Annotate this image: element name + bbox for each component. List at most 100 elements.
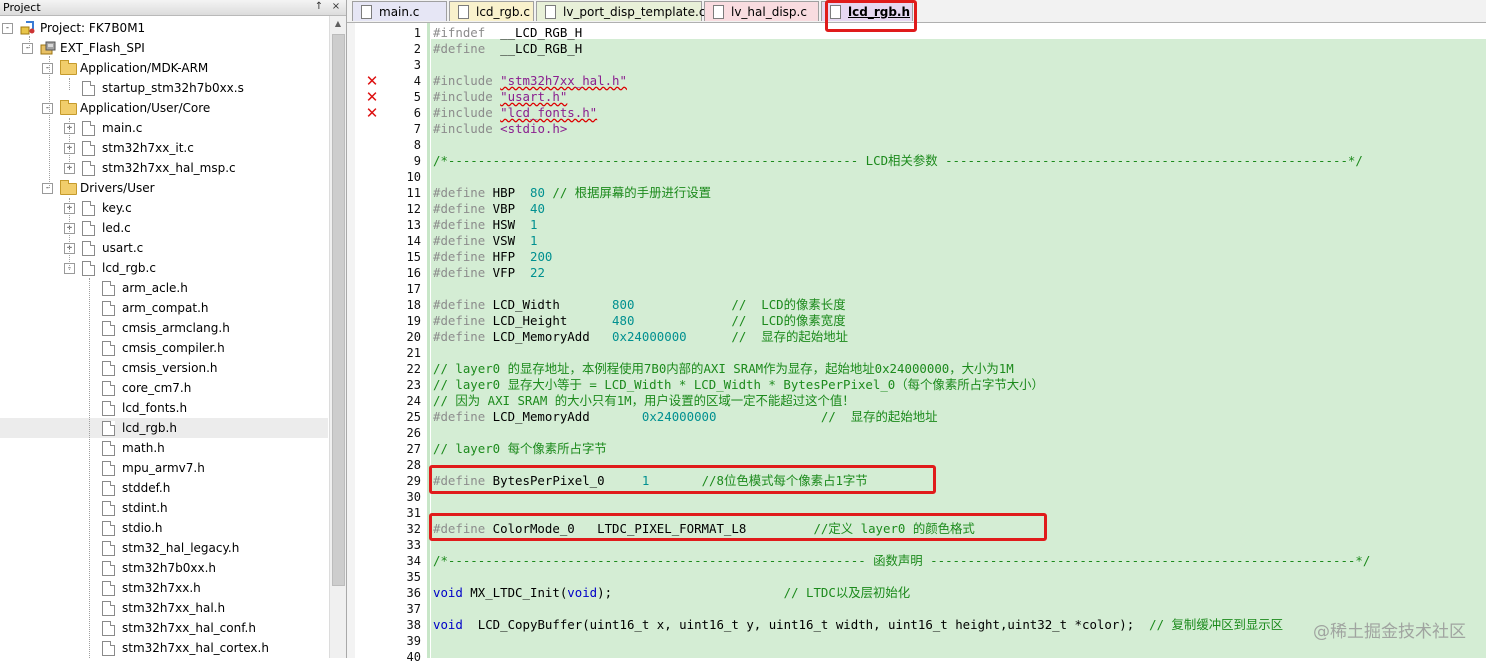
code-line[interactable]: #define VFP 22 [433, 265, 545, 281]
header-file-icon [102, 641, 115, 656]
pin-icon[interactable]: ↑ [313, 1, 325, 13]
line-number: 24 [406, 394, 421, 408]
tree-header-file[interactable]: stm32_hal_legacy.h [0, 538, 328, 558]
tree-header-file[interactable]: arm_compat.h [0, 298, 328, 318]
code-token: /*--------------------------------------… [433, 553, 1371, 568]
code-line[interactable]: /*--------------------------------------… [433, 153, 1363, 169]
line-number: 16 [406, 266, 421, 280]
code-line[interactable]: #include <stdio.h> [433, 121, 567, 137]
code-line[interactable]: #define LCD_Height 480 // LCD的像素宽度 [433, 313, 846, 329]
editor-tab[interactable]: lv_port_disp_template.c* [536, 1, 711, 21]
code-editor[interactable]: 1 2 3 4 5 6 7 8 9 10 11 12 13 14 15 16 17 18 19 20 21 22 23 24 2… [347, 23, 1486, 664]
code-line[interactable]: #define LCD_MemoryAdd 0x24000000 // 显存的起… [433, 329, 848, 345]
tree-item-label: stm32h7xx_hal_cortex.h [122, 641, 269, 655]
code-line[interactable]: // layer0 每个像素所占字节 [433, 441, 607, 457]
tree-item-label: stddef.h [122, 481, 171, 495]
tree-file[interactable]: + usart.c [0, 238, 328, 258]
code-line[interactable]: #define LCD_Width 800 // LCD的像素长度 [433, 297, 846, 313]
code-line[interactable]: #include "stm32h7xx_hal.h" [433, 73, 627, 89]
tree-header-file[interactable]: cmsis_armclang.h [0, 318, 328, 338]
tree-header-file[interactable]: cmsis_version.h [0, 358, 328, 378]
code-line[interactable]: #define LCD_MemoryAdd 0x24000000 // 显存的起… [433, 409, 938, 425]
code-token: #include [433, 121, 493, 136]
tree-root-project[interactable]: - Project: FK7B0M1 [0, 18, 328, 38]
collapse-icon[interactable]: - [22, 43, 33, 54]
code-line[interactable]: #include "lcd_fonts.h" [433, 105, 597, 121]
scroll-thumb[interactable] [332, 34, 345, 586]
tree-header-file[interactable]: cmsis_compiler.h [0, 338, 328, 358]
close-icon[interactable]: × [330, 1, 342, 13]
code-token: __LCD_RGB_H [485, 25, 583, 40]
error-marker-icon[interactable]: ✕ [365, 74, 379, 89]
code-line[interactable]: #define __LCD_RGB_H [433, 41, 582, 57]
tree-header-file[interactable]: stdio.h [0, 518, 328, 538]
line-number: 31 [406, 506, 421, 520]
tree-header-file[interactable]: stm32h7xx_hal_conf.h [0, 618, 328, 638]
code-line[interactable]: #include "usart.h" [433, 89, 567, 105]
code-line[interactable]: #define VSW 1 [433, 233, 537, 249]
collapse-icon[interactable]: - [42, 63, 53, 74]
line-number: 17 [406, 282, 421, 296]
code-line[interactable]: void MX_LTDC_Init(void); // LTDC以及层初始化 [433, 585, 910, 601]
code-line[interactable]: #define VBP 40 [433, 201, 545, 217]
collapse-icon[interactable]: - [2, 23, 13, 34]
tree-header-file[interactable]: lcd_rgb.h [0, 418, 328, 438]
code-token: void [433, 617, 463, 632]
tree-file[interactable]: - lcd_rgb.c [0, 258, 328, 278]
line-number: 12 [406, 202, 421, 216]
code-token: 1 [529, 217, 538, 232]
tree-header-file[interactable]: stm32h7b0xx.h [0, 558, 328, 578]
tree-header-file[interactable]: lcd_fonts.h [0, 398, 328, 418]
code-line[interactable]: // layer0 的显存地址，本例程使用7B0内部的AXI SRAM作为显存，… [433, 361, 1014, 377]
file-icon [830, 5, 841, 19]
tab-label: lv_port_disp_template.c* [563, 5, 712, 19]
code-line[interactable]: #ifndef __LCD_RGB_H [433, 25, 582, 41]
collapse-icon[interactable]: - [42, 183, 53, 194]
tree-header-file[interactable]: stm32h7xx_hal_cortex.h [0, 638, 328, 658]
code-line[interactable]: // layer0 显存大小等于 = LCD_Width * LCD_Width… [433, 377, 1044, 393]
line-number: 36 [406, 586, 421, 600]
code-line[interactable]: // 因为 AXI SRAM 的大小只有1M，用户设置的区域一定不能超过这个值！ [433, 393, 855, 409]
tree-header-file[interactable]: stdint.h [0, 498, 328, 518]
tree-header-file[interactable]: arm_acle.h [0, 278, 328, 298]
editor-tab[interactable]: main.c [352, 1, 447, 21]
tree-header-file[interactable]: stm32h7xx.h [0, 578, 328, 598]
error-marker-icon[interactable]: ✕ [365, 90, 379, 105]
tree-item-label: Drivers/User [80, 181, 155, 195]
code-line[interactable]: /*--------------------------------------… [433, 553, 1370, 569]
code-token: "stm32h7xx_hal.h" [500, 73, 627, 88]
tree-header-file[interactable]: stddef.h [0, 478, 328, 498]
tree-header-file[interactable]: core_cm7.h [0, 378, 328, 398]
tree-file[interactable]: + led.c [0, 218, 328, 238]
line-number: 13 [406, 218, 421, 232]
scroll-up-icon[interactable]: ▲ [330, 16, 346, 32]
code-line[interactable]: #define HFP 200 [433, 249, 552, 265]
line-number: 38 [406, 618, 421, 632]
tree-header-file[interactable]: math.h [0, 438, 328, 458]
line-number: 15 [406, 250, 421, 264]
project-tree-scrollbar[interactable]: ▲ [329, 16, 346, 658]
code-token: // 显存的起始地址 [731, 329, 848, 344]
code-line[interactable]: #define HSW 1 [433, 217, 537, 233]
editor-tab[interactable]: lcd_rgb.c [449, 1, 534, 21]
tree-item-label: stm32h7b0xx.h [122, 561, 217, 575]
code-token: // LCD的像素长度 [731, 297, 846, 312]
code-token: void [567, 585, 598, 600]
tree-header-file[interactable]: stm32h7xx_hal.h [0, 598, 328, 618]
code-line[interactable]: void LCD_CopyBuffer(uint16_t x, uint16_t… [433, 617, 1283, 633]
collapse-icon[interactable]: - [42, 103, 53, 114]
code-line[interactable]: #define HBP 80 // 根据屏幕的手册进行设置 [433, 185, 711, 201]
tree-target[interactable]: - EXT_Flash_SPI [0, 38, 328, 58]
tree-file[interactable]: + key.c [0, 198, 328, 218]
tree-header-file[interactable]: mpu_armv7.h [0, 458, 328, 478]
editor-tab[interactable]: lcd_rgb.h [821, 1, 913, 21]
target-icon [40, 40, 56, 55]
code-line[interactable]: #define ColorMode_0 LTDC_PIXEL_FORMAT_L8… [433, 521, 975, 537]
tree-item-label: main.c [102, 121, 143, 135]
code-line[interactable]: #define BytesPerPixel_0 1 //8位色模式每个像素占1字… [433, 473, 868, 489]
editor-tab[interactable]: lv_hal_disp.c [704, 1, 819, 21]
error-marker-icon[interactable]: ✕ [365, 106, 379, 121]
code-text-area[interactable]: #ifndef __LCD_RGB_H #define __LCD_RGB_H #i… [431, 23, 1486, 658]
line-number: 26 [406, 426, 421, 440]
